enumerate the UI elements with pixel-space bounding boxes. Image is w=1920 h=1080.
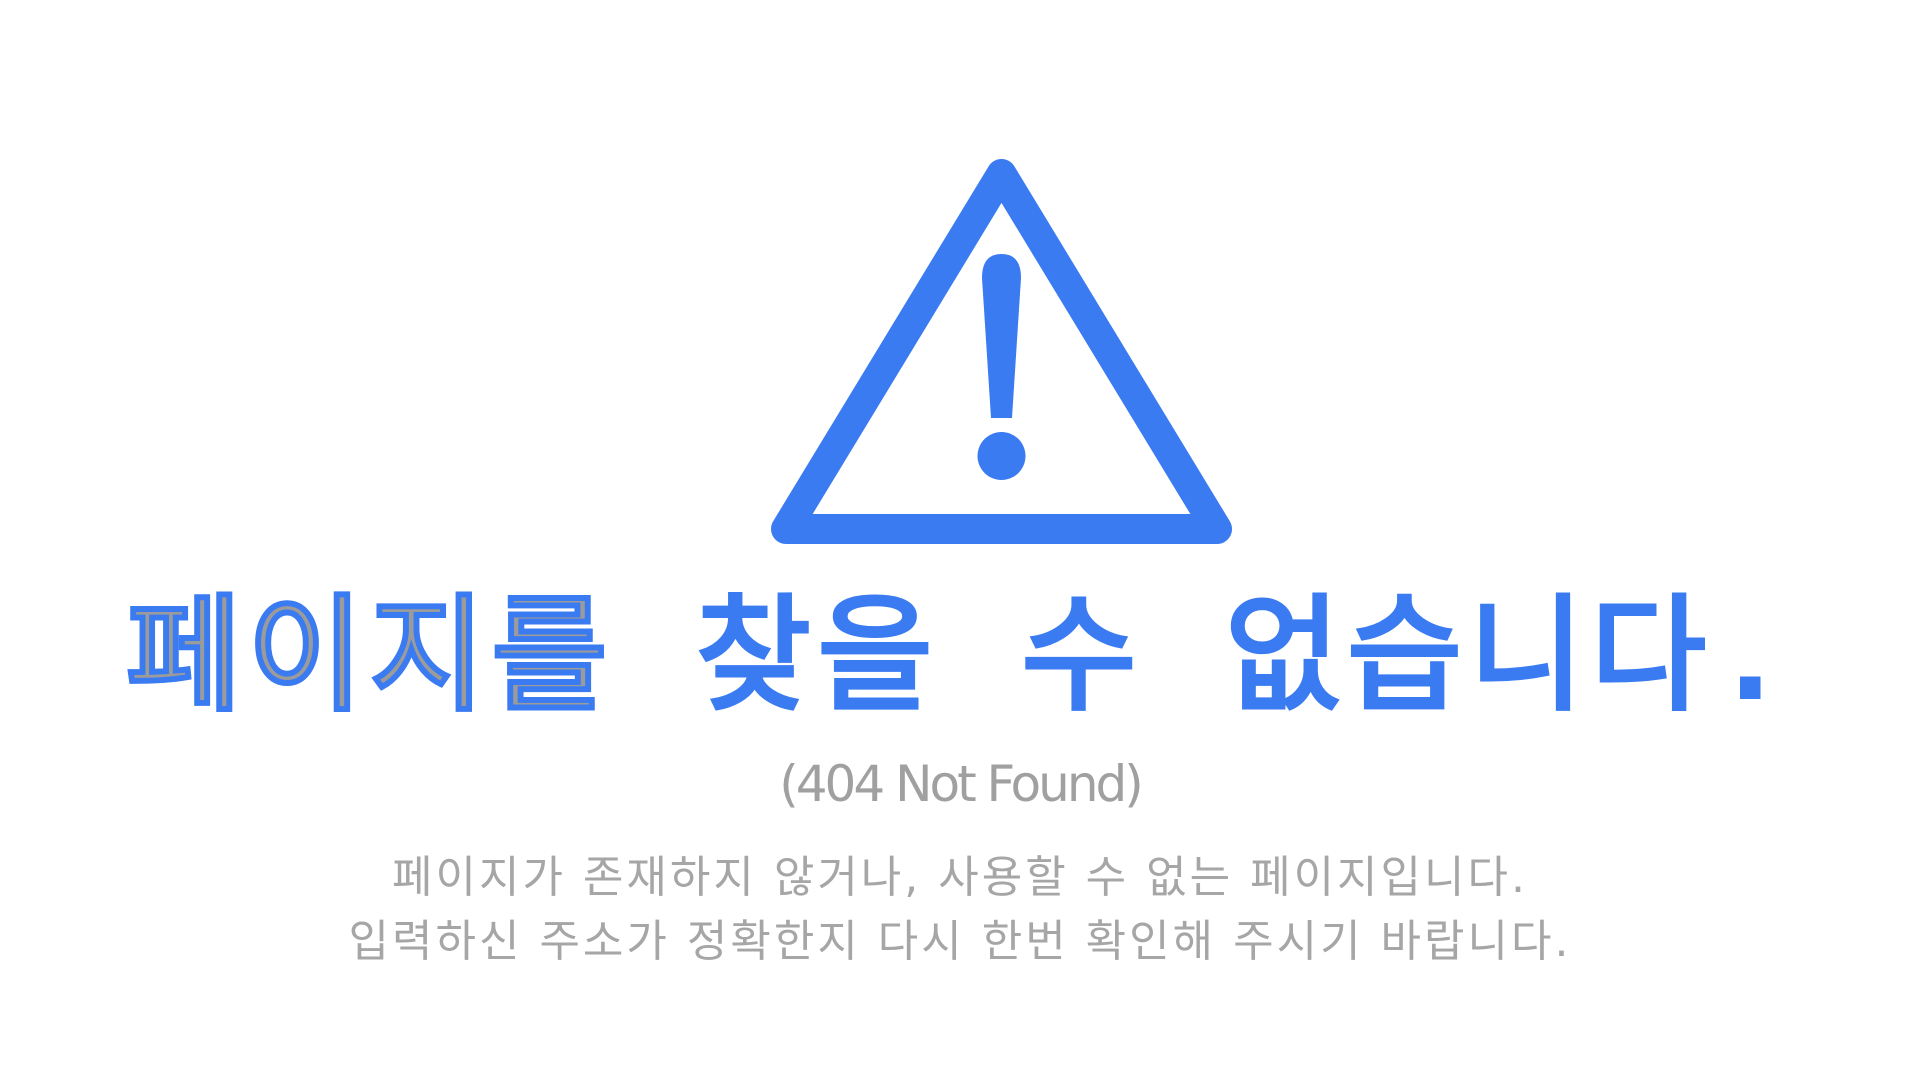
description-line-2: 입력하신 주소가 정확한지 다시 한번 확인해 주시기 바랍니다.: [348, 916, 1572, 967]
page-title: 페이지를 찾을 수 없습니다.: [0, 585, 1920, 727]
error-page: 페이지를 찾을 수 없습니다. (404 Not Found) 페이지가 존재하…: [0, 0, 1920, 1080]
exclamation-bar: [982, 254, 1021, 418]
page-title-part2: 찾을 수 없습니다.: [695, 582, 1795, 729]
error-code: (404 Not Found): [779, 755, 1144, 813]
page-title-part1: 페이지를: [125, 582, 614, 729]
error-description: 페이지가 존재하지 않거나, 사용할 수 없는 페이지입니다. 입력하신 주소가…: [0, 846, 1920, 974]
description-line-1: 페이지가 존재하지 않거나, 사용할 수 없는 페이지입니다.: [392, 852, 1528, 903]
exclamation-dot: [977, 432, 1026, 480]
warning-triangle-icon: [771, 159, 1232, 544]
